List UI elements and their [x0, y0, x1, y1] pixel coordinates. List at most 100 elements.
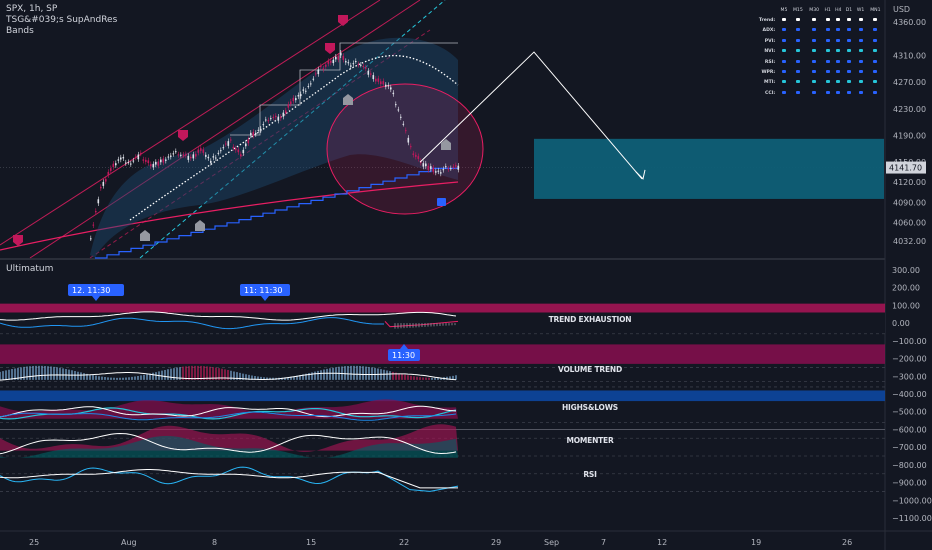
signal-dot [846, 49, 851, 53]
table-row-label: Trend: [758, 18, 776, 24]
callout-2-pointer [261, 296, 269, 301]
signal-dot [825, 49, 830, 53]
candle-body [327, 61, 330, 64]
signal-dot [795, 80, 800, 84]
sell-marker [178, 130, 188, 141]
candle-body [145, 159, 147, 162]
candle-body [340, 52, 342, 56]
table-header-row: M5 M15 M30 H1 H4 D1 W1 MN1 [746, 5, 884, 15]
table-cell [806, 57, 822, 67]
signal-dot [812, 28, 817, 32]
table-cell [854, 67, 866, 77]
table-row: PVI: [746, 36, 884, 46]
table-cell [833, 47, 844, 57]
candle-body [172, 153, 175, 155]
candle-body [345, 61, 347, 63]
candle-body [177, 154, 180, 156]
candle-body [335, 56, 337, 60]
signal-dot [858, 90, 863, 94]
time-tick-label: Sep [544, 538, 559, 547]
candle-body [305, 90, 307, 92]
candle-body [162, 158, 165, 163]
time-tick-label: 25 [29, 538, 39, 547]
candle-body [107, 171, 110, 176]
candle-body [290, 101, 292, 105]
signal-dot [858, 28, 863, 32]
label-momenter: MOMENTER [566, 436, 614, 445]
indicator-tick-label: −300.00 [892, 372, 927, 381]
table-cell [833, 15, 844, 25]
candle-body [175, 151, 177, 153]
table-cell [806, 15, 822, 25]
table-cell [833, 78, 844, 88]
candle-body [110, 168, 112, 171]
candle-body [280, 116, 282, 119]
table-row: CCI: [746, 88, 884, 98]
indicator-tick-label: 200.00 [892, 284, 920, 293]
table-cell [822, 26, 833, 36]
candle-body [270, 118, 272, 120]
candle-body [202, 149, 205, 153]
candle-body [347, 62, 350, 64]
table-cell [867, 67, 884, 77]
signal-dot [781, 18, 786, 22]
price-tick-label: 4060.00 [893, 218, 926, 227]
table-cell [778, 67, 789, 77]
candle-body [405, 130, 407, 132]
table-cell [822, 47, 833, 57]
candle-body [412, 153, 415, 155]
candle-body [357, 64, 360, 66]
table-row-label: WPR: [761, 70, 776, 76]
indicator-tick-label: −400.00 [892, 390, 927, 399]
signal-dot [836, 28, 841, 32]
time-tick-label: 12 [657, 538, 667, 547]
table-cell [867, 15, 884, 25]
signal-dot [825, 38, 830, 42]
candle-body [367, 70, 370, 75]
table-cell [854, 47, 866, 57]
signal-dot [812, 49, 817, 53]
table-col-header: W1 [856, 7, 865, 13]
table-cell [833, 36, 844, 46]
table-cell [806, 47, 822, 57]
candle-body [97, 199, 100, 204]
candle-body [222, 147, 225, 149]
table-cell [867, 78, 884, 88]
signal-dot [795, 90, 800, 94]
candle-body [240, 154, 242, 157]
candle-body [457, 165, 460, 170]
indicator-tick-label: −200.00 [892, 355, 927, 364]
signal-dot [873, 90, 878, 94]
table-row-label: PVI: [764, 38, 776, 44]
sell-marker [338, 15, 348, 26]
table-cell [844, 26, 855, 36]
signal-dot [795, 70, 800, 74]
table-cell [790, 26, 806, 36]
candle-body [310, 83, 312, 85]
candle-body [255, 132, 257, 135]
candle-body [390, 87, 392, 90]
buy-marker [437, 198, 446, 206]
candle-body [375, 78, 377, 82]
candle-body [160, 159, 162, 163]
table-cell [854, 88, 866, 98]
exhaustion-top-band [0, 303, 885, 313]
candle-body [385, 84, 387, 87]
signal-dot [873, 49, 878, 53]
table-cell [778, 57, 789, 67]
label-rsi: RSI [583, 470, 597, 479]
table-cell [822, 67, 833, 77]
candle-body [127, 162, 130, 164]
table-cell [778, 15, 789, 25]
candle-body [217, 152, 220, 154]
candle-body [192, 154, 195, 159]
table-cell [844, 47, 855, 57]
candle-body [92, 224, 95, 226]
callout-1-pointer [92, 296, 100, 301]
indicator-tick-label: −500.00 [892, 408, 927, 417]
candle-body [155, 161, 157, 165]
signal-dot [795, 59, 800, 63]
table-row-label: ADX: [762, 28, 776, 34]
candle-body [157, 161, 160, 166]
candle-body [295, 98, 297, 101]
